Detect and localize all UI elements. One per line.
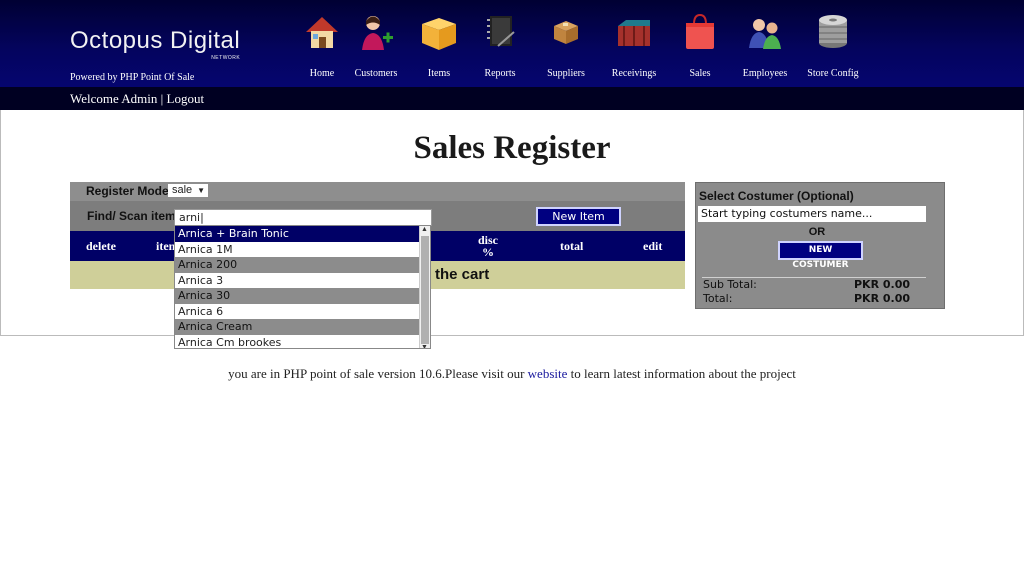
- customer-panel: Select Costumer (Optional) Start typing …: [695, 182, 945, 309]
- register-mode-row: Register Mode sale ▼: [70, 182, 685, 201]
- nav-suppliers[interactable]: Suppliers: [531, 12, 601, 79]
- new-item-button[interactable]: New Item: [536, 207, 621, 226]
- autocomplete-item[interactable]: Arnica 1M: [175, 242, 420, 258]
- nav-reports[interactable]: Reports: [465, 12, 535, 79]
- chevron-down-icon: ▼: [197, 186, 205, 195]
- footer-text-before: you are in PHP point of sale version 10.…: [228, 366, 525, 381]
- total-label: Total:: [703, 292, 733, 305]
- col-delete: delete: [86, 239, 116, 253]
- autocomplete-item[interactable]: Arnica Cm brookes: [175, 335, 420, 349]
- box-icon: [422, 18, 456, 50]
- col-disc: disc %: [478, 234, 498, 258]
- welcome-line: Welcome Admin | Logout: [70, 91, 204, 107]
- logo[interactable]: Octopus Digital NETWORK: [70, 27, 241, 61]
- subtotal-label: Sub Total:: [703, 278, 757, 291]
- nav-store-config-label: Store Config: [807, 68, 859, 79]
- logout-link[interactable]: Logout: [167, 91, 205, 106]
- nav-customers-label: Customers: [354, 68, 398, 79]
- package-icon: [554, 21, 578, 44]
- crate-icon: [618, 20, 650, 46]
- nav-items[interactable]: Items: [404, 12, 474, 79]
- logo-subtext: NETWORK: [211, 55, 241, 61]
- col-edit: edit: [643, 239, 663, 253]
- total-value: PKR 0.00: [854, 292, 911, 305]
- customer-or-text: OR: [808, 226, 826, 238]
- scroll-up-icon[interactable]: ▲: [421, 226, 428, 233]
- register-mode-label: Register Mode: [86, 184, 169, 198]
- find-item-input[interactable]: arni|: [174, 209, 432, 226]
- scroll-down-icon[interactable]: ▼: [421, 343, 428, 348]
- nav-items-label: Items: [427, 68, 451, 79]
- notebook-icon: [487, 16, 515, 47]
- disk-stack-icon: [819, 15, 847, 48]
- cart-empty-message: the cart: [435, 266, 490, 283]
- new-customer-button[interactable]: NEW COSTUMER: [778, 241, 863, 270]
- powered-by-text: Powered by PHP Point Of Sale: [70, 72, 195, 83]
- header: Octopus Digital NETWORK Powered by PHP P…: [0, 0, 1024, 110]
- scrollbar-thumb[interactable]: [421, 236, 429, 344]
- register-mode-select[interactable]: sale ▼: [168, 184, 208, 197]
- autocomplete-item[interactable]: Arnica 6: [175, 304, 420, 320]
- footer-text-after: to learn latest information about the pr…: [570, 366, 796, 381]
- page-title: Sales Register: [413, 130, 611, 166]
- autocomplete-scrollbar[interactable]: ▲ ▼: [419, 226, 430, 348]
- find-item-label: Find/ Scan item: [87, 209, 176, 223]
- autocomplete-item[interactable]: Arnica 30: [175, 288, 420, 304]
- col-total: total: [560, 239, 584, 253]
- customer-panel-title: Select Costumer (Optional): [699, 189, 854, 203]
- autocomplete-item[interactable]: Arnica + Brain Tonic: [175, 226, 420, 242]
- autocomplete-dropdown: Arnica + Brain Tonic Arnica 1M Arnica 20…: [174, 225, 431, 349]
- subtotal-value: PKR 0.00: [854, 278, 911, 291]
- house-icon: [306, 17, 338, 48]
- nav-employees[interactable]: Employees: [730, 12, 800, 79]
- register-mode-value: sale: [172, 184, 193, 196]
- nav-receivings[interactable]: Receivings: [599, 12, 669, 79]
- autocomplete-item[interactable]: Arnica Cream: [175, 319, 420, 335]
- nav-suppliers-label: Suppliers: [547, 68, 585, 79]
- logo-text: Octopus Digital: [70, 27, 241, 54]
- nav-sales-label: Sales: [689, 68, 711, 79]
- shopping-bag-icon: [686, 13, 714, 49]
- nav-sales[interactable]: Sales: [665, 12, 735, 79]
- autocomplete-item[interactable]: Arnica 200: [175, 257, 420, 273]
- footer: you are in PHP point of sale version 10.…: [0, 366, 1024, 382]
- customer-search-input[interactable]: Start typing costumers name...: [698, 206, 926, 222]
- autocomplete-item[interactable]: Arnica 3: [175, 273, 420, 289]
- nav-receivings-label: Receivings: [611, 68, 657, 79]
- customer-add-icon: [362, 16, 393, 50]
- nav-store-config[interactable]: Store Config: [798, 12, 868, 79]
- welcome-separator: |: [160, 91, 164, 106]
- nav-employees-label: Employees: [742, 68, 788, 79]
- welcome-text: Welcome Admin: [70, 91, 158, 106]
- employees-icon: [749, 19, 781, 49]
- col-disc-pct: %: [482, 245, 494, 259]
- nav-reports-label: Reports: [484, 68, 516, 79]
- website-link[interactable]: website: [528, 366, 568, 381]
- nav-customers[interactable]: Customers: [341, 12, 411, 79]
